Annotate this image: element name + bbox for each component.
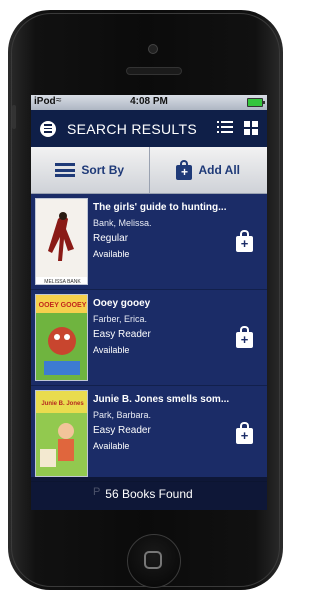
sort-icon	[55, 163, 76, 177]
home-square-icon	[144, 551, 162, 569]
book-cover[interactable]: OOEY GOOEY	[35, 294, 88, 381]
battery-icon	[247, 98, 265, 107]
book-author: Park, Barbara.	[93, 410, 152, 420]
add-all-button[interactable]: + Add All	[148, 147, 268, 193]
results-count-bar: P 56 Books Found	[31, 477, 267, 510]
add-to-bag-icon[interactable]: +	[236, 422, 253, 444]
camera-icon	[148, 44, 158, 54]
menu-icon[interactable]	[40, 120, 56, 137]
book-title[interactable]: Junie B. Jones smells som...	[93, 394, 231, 405]
book-format: Easy Reader	[93, 329, 151, 340]
list-item[interactable]: Junie B. Jones Junie B. Jones smells som…	[31, 386, 267, 482]
page-title: SEARCH RESULTS	[67, 120, 197, 137]
book-format: Regular	[93, 233, 129, 244]
add-to-bag-icon: +	[176, 160, 193, 180]
add-to-bag-icon[interactable]: +	[236, 326, 253, 348]
status-time: 4:08 PM	[130, 96, 168, 107]
speaker-grille	[126, 67, 182, 75]
side-button	[12, 105, 16, 129]
cover-text: MELISSA BANK	[44, 279, 81, 285]
sort-by-label: Sort By	[81, 163, 125, 177]
cover-text: Junie B. Jones	[41, 401, 84, 407]
home-button[interactable]	[127, 534, 181, 588]
cover-text: OOEY GOOEY	[39, 302, 87, 309]
book-title[interactable]: The girls' guide to hunting...	[93, 202, 231, 213]
list-item[interactable]: OOEY GOOEY Ooey gooey Farber, Erica. Eas…	[31, 290, 267, 386]
sort-by-button[interactable]: Sort By	[31, 147, 149, 193]
book-author: Bank, Melissa.	[93, 218, 152, 228]
status-bar: iPod ≈ 4:08 PM	[31, 95, 267, 110]
add-all-label: Add All	[198, 163, 241, 177]
results-list: MELISSA BANK The girls' guide to hunting…	[31, 194, 267, 482]
grid-view-icon[interactable]	[244, 121, 258, 135]
book-availability: Available	[93, 441, 130, 451]
book-cover[interactable]: Junie B. Jones	[35, 390, 88, 477]
book-title[interactable]: Ooey gooey	[93, 298, 231, 309]
action-toolbar: Sort By + Add All	[31, 147, 267, 194]
book-availability: Available	[93, 249, 130, 259]
book-format: Easy Reader	[93, 425, 151, 436]
footer-ghost-text: P	[93, 486, 101, 498]
book-author: Farber, Erica.	[93, 314, 148, 324]
books-found-count: 56 Books Found	[105, 486, 193, 501]
app-screen: iPod ≈ 4:08 PM SEARCH RESULTS Sort By + …	[31, 95, 267, 510]
book-info: Junie B. Jones smells som... Park, Barba…	[93, 394, 231, 451]
book-info: Ooey gooey Farber, Erica. Easy Reader Av…	[93, 298, 231, 355]
book-info: The girls' guide to hunting... Bank, Mel…	[93, 202, 231, 259]
book-availability: Available	[93, 345, 130, 355]
book-cover[interactable]: MELISSA BANK	[35, 198, 88, 285]
list-item[interactable]: MELISSA BANK The girls' guide to hunting…	[31, 194, 267, 290]
add-to-bag-icon[interactable]: +	[236, 230, 253, 252]
list-view-icon[interactable]	[217, 121, 233, 135]
title-bar: SEARCH RESULTS	[31, 110, 267, 147]
